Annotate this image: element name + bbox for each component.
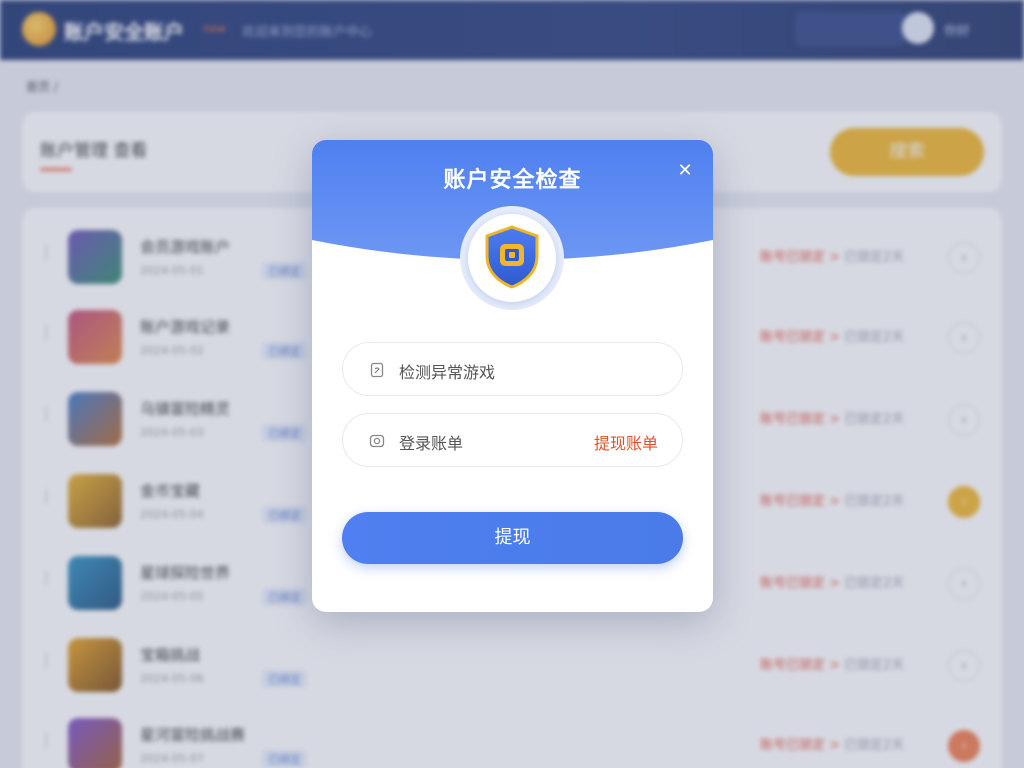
withdraw-bill-link[interactable]: 提现账单: [594, 430, 658, 454]
login-bill-label: 登录账单: [399, 434, 464, 453]
withdraw-button[interactable]: 提现: [342, 512, 683, 564]
modal-title: 账户安全检查: [443, 168, 582, 193]
shield-icon: [485, 225, 539, 289]
login-bill-field[interactable]: 登录账单 提现账单: [342, 413, 683, 467]
shield-badge: [460, 206, 564, 310]
detect-games-field[interactable]: 检测异常游戏: [342, 342, 683, 396]
document-icon: [370, 362, 384, 378]
security-check-modal: 账户安全检查 ✕ 检测异常游戏 登录账单 提现账单 提现: [312, 140, 713, 612]
detect-games-label: 检测异常游戏: [399, 363, 496, 382]
camera-icon: [369, 434, 385, 448]
shield-badge-inner: [468, 214, 556, 302]
close-icon[interactable]: ✕: [674, 160, 696, 182]
